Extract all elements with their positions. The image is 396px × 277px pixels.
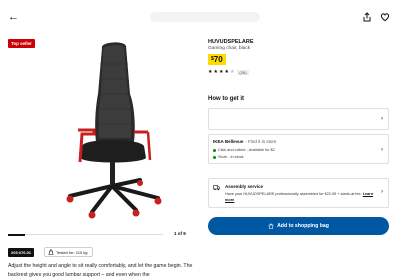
half-star-icon: ★ (229, 69, 235, 75)
add-to-bag-button[interactable]: Add to shopping bag (208, 217, 389, 235)
gallery-progress (8, 233, 163, 236)
assembly-description: Have your HUVUDSPELARE professionally as… (225, 192, 362, 196)
product-name: HUVUDSPELARE (208, 39, 254, 45)
how-to-get-title: How to get it (208, 96, 244, 102)
product-price: $70 (208, 54, 226, 65)
top-bar: ← (0, 0, 396, 36)
chevron-right-icon: › (381, 147, 383, 153)
back-arrow-icon[interactable]: ← (8, 12, 19, 23)
image-counter: 1 of 9 (174, 231, 186, 236)
star-icon: ★ (213, 69, 218, 75)
store-title: IKEA Bellevue · Find it in store (213, 139, 276, 144)
product-image[interactable] (40, 34, 180, 220)
store-name: IKEA Bellevue (213, 139, 244, 144)
store-stock: Store - In stock (213, 155, 244, 159)
rating-count: (26) (237, 70, 249, 75)
heart-icon[interactable] (380, 12, 390, 22)
truck-icon (213, 185, 220, 191)
store-find: · Find it in store (245, 139, 277, 144)
star-icon: ★ (208, 69, 213, 75)
assembly-service[interactable]: Assembly service Have your HUVUDSPELARE … (208, 178, 389, 208)
chevron-right-icon: › (381, 116, 383, 122)
rating[interactable]: ★ ★ ★ ★ ★ (26) (208, 70, 249, 75)
assembly-text: Have your HUVUDSPELARE professionally as… (225, 191, 375, 203)
weight-label: Tested for: 110 kg (56, 249, 88, 255)
product-description: Adjust the height and angle to sit reall… (8, 263, 193, 277)
status-dot-icon (213, 155, 216, 159)
status-dot-icon (213, 148, 216, 152)
assembly-title: Assembly service (225, 184, 264, 189)
top-seller-badge: Top seller (8, 39, 35, 48)
store-click-collect: Click and collect - Available for $2 (213, 148, 275, 152)
star-icon: ★ (218, 69, 224, 75)
star-icon: ★ (224, 69, 229, 75)
share-icon[interactable] (362, 12, 372, 22)
store-line1: Click and collect - Available for $2 (218, 148, 275, 152)
chevron-right-icon: › (381, 189, 383, 195)
product-type: Gaming chair, black (208, 46, 251, 51)
weight-pill: Tested for: 110 kg (44, 247, 93, 257)
weight-icon (48, 249, 54, 255)
store-line2: Store - In stock (218, 155, 244, 159)
add-to-bag-label: Add to shopping bag (277, 223, 329, 229)
article-number[interactable]: 205.076.01 (8, 248, 35, 257)
price-value: 70 (213, 55, 223, 64)
gallery-progress-fill (8, 233, 26, 236)
top-bar-placeholder (150, 12, 260, 22)
store-availability[interactable]: IKEA Bellevue · Find it in store Click an… (208, 134, 389, 164)
delivery-option[interactable]: › (208, 108, 389, 130)
shopping-bag-icon (268, 223, 274, 229)
